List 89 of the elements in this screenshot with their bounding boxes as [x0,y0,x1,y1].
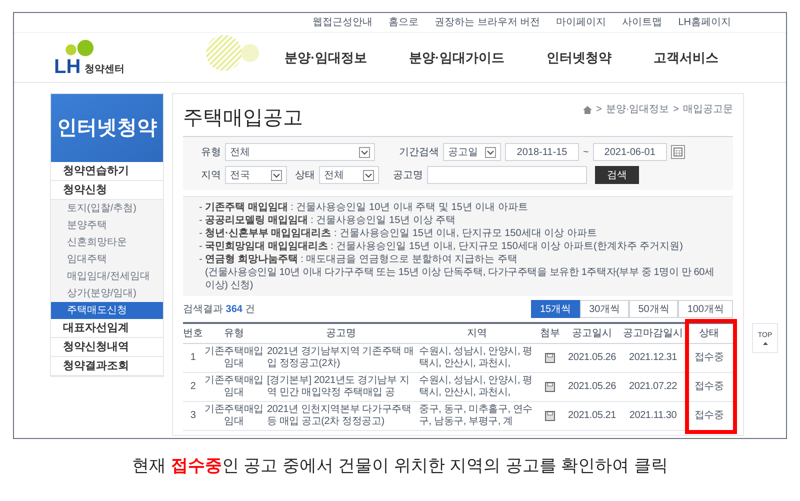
top-link[interactable]: LH홈페이지 [678,15,731,30]
top-link[interactable]: 권장하는 브라우저 버전 [434,15,540,30]
nav-link[interactable]: 분양·임대가이드 [409,48,504,68]
field-label: 공고명 [392,168,423,182]
sidebar-subitem[interactable]: 토지(입찰/추첨) [51,200,163,217]
column-header: 공고마감일시 [622,327,684,341]
table-cell-text: 중구, 동구, 미추홀구, 연수구, 남동구, 부평구, 계 [418,404,534,428]
notice-title-link[interactable]: 2021년 경기남부지역 기존주택 매입 정정공고(2차) [265,346,417,370]
column-header: 공고일시 [571,327,613,341]
notice-text: - 기존주택 매입임대 : 건물사용승인일 10년 이내 주택 및 15년 이내 아파트 [199,201,529,214]
notice-title-link[interactable]: 2021년 인천지역본부 다가구주택 등 매입 공고(2차 정정공고) [265,404,417,428]
top-link[interactable]: 사이트맵 [622,15,662,30]
page-title: 주택매입공고 [183,108,303,128]
chevron-down-icon [359,146,370,158]
table-cell-text: 기존주택매입 임대 [204,404,264,428]
column-header: 번호 [183,327,203,341]
nav-link[interactable]: 인터넷청약 [546,48,612,68]
notice-text: (건물사용승인일 10년 이내 다가구주택 또는 15년 이상 단독주택, 다가구주택을 보유한 1주택자(부부 중 1명이 만 60세 이상) 신청) [204,266,716,292]
sidebar-subitem[interactable]: 신혼희망타운 [51,234,163,251]
notice-text: - 공공리모델링 매입임대 : 건물사용승인일 15년 이상 주택 [199,214,457,227]
notice-title-link[interactable]: [경기본부] 2021년도 경기남부 지역 민간 매입약정 주택매입 공 [265,375,417,399]
breadcrumb-link[interactable]: 매입공고문 [683,102,733,117]
calendar-icon[interactable] [670,145,685,159]
sidebar-banner: 인터넷청약 [51,94,163,162]
column-header: 상태 [698,327,720,341]
table-cell-text: 2 [189,381,197,393]
table-cell-text: 2021.07.22 [628,381,678,393]
column-header: 지역 [466,327,488,341]
notice-text: - 청년·신혼부부 매입임대리츠 : 건물사용승인일 15년 이내, 단지규모 150세대 이상 아파트 [199,227,598,240]
table-cell-text: 2021.12.31 [628,352,678,364]
sidebar-subitem[interactable]: 분양주택 [51,217,163,234]
top-link[interactable]: 홈으로 [388,15,419,30]
field-label: 상태 [294,168,315,182]
chevron-down-icon [363,170,374,180]
logo[interactable]: LH 청약센터 [54,38,125,76]
table-cell-text: 기존주택매입 임대 [204,346,264,370]
page-size-button[interactable]: 30개씩 [580,300,630,318]
date-field[interactable]: 2021-06-01 [592,143,667,161]
nav-link[interactable]: 분양·임대정보 [284,48,368,68]
caret-up-icon [762,342,768,345]
table-cell-text: 3 [189,410,197,422]
nav-link[interactable]: 고객서비스 [653,48,718,68]
top-link[interactable]: 웹접근성안내 [312,15,373,30]
result-count: 검색결과 364 건 [183,302,256,316]
page-size-button[interactable]: 15개씩 [530,300,580,318]
sidebar-subitem[interactable]: 매입임대/전세임대 [51,268,163,285]
table-cell-text: 2021.05.26 [566,352,618,364]
field-label: 지역 [200,168,221,182]
table-cell-text: 접수중 [693,381,725,393]
caption-text: 현재 접수중인 공고 중에서 건물이 위치한 지역의 공고를 확인하여 클릭 [131,455,669,477]
table-cell-text: 수원시, 성남시, 안양시, 평택시, 안산시, 과천시, [418,346,534,370]
chevron-down-icon [271,170,282,180]
range-separator: ~ [583,146,589,160]
sidebar-subitem[interactable]: 상가(분양/임대) [51,285,163,302]
chevron-down-icon [485,146,496,158]
input-field[interactable] [427,166,587,184]
field-label: 기간검색 [398,146,439,160]
table-cell-text: 기존주택매입 임대 [204,375,264,399]
table-cell-text: 2021.05.26 [566,381,618,393]
table-cell-text: 2021.11.30 [628,410,678,422]
sidebar-subitem[interactable]: 임대주택 [51,251,163,268]
table-cell-text: 접수중 [693,410,725,422]
select-field[interactable]: 전체 [225,143,375,161]
notice-text: - 연금형 희망나눔주택 : 매도대금을 연금형으로 분할하여 지급하는 주택 [199,253,518,266]
date-field[interactable]: 2018-11-15 [505,143,579,161]
search-button[interactable]: 검색 [595,166,639,184]
breadcrumb-link[interactable]: 분양·임대정보 [606,102,670,117]
page-size-button[interactable]: 100개씩 [678,300,733,318]
file-icon[interactable] [545,353,555,363]
notice-text: - 국민희망임대 매입임대리츠 : 건물사용승인일 15년 이내, 단지규모 150세대 이상 아파트(한계차주 주거지원) [199,240,684,253]
file-icon[interactable] [545,411,555,421]
select-field[interactable]: 전국 [225,166,287,184]
column-header: 공고명 [325,327,357,341]
column-header: 유형 [223,327,245,341]
file-icon[interactable] [545,382,555,392]
column-header: 첨부 [539,327,561,341]
table-cell-text: 수원시, 성남시, 안양시, 평택시, 안산시, 과천시, [418,375,534,399]
breadcrumb-separator: > [673,103,679,117]
home-icon [582,106,592,114]
table-cell-text: 접수중 [693,352,725,364]
table-cell-text: 2021.05.21 [566,410,618,422]
field-label: 유형 [200,146,221,160]
sidebar-subitem[interactable]: 주택매도신청 [51,302,163,319]
breadcrumb-separator: > [596,103,602,117]
table-cell-text: 1 [189,352,197,364]
page-size-button[interactable]: 50개씩 [629,300,678,318]
select-field[interactable]: 전체 [319,166,379,184]
top-link[interactable]: 마이페이지 [556,15,606,30]
select-field[interactable]: 공고일 [443,143,501,161]
